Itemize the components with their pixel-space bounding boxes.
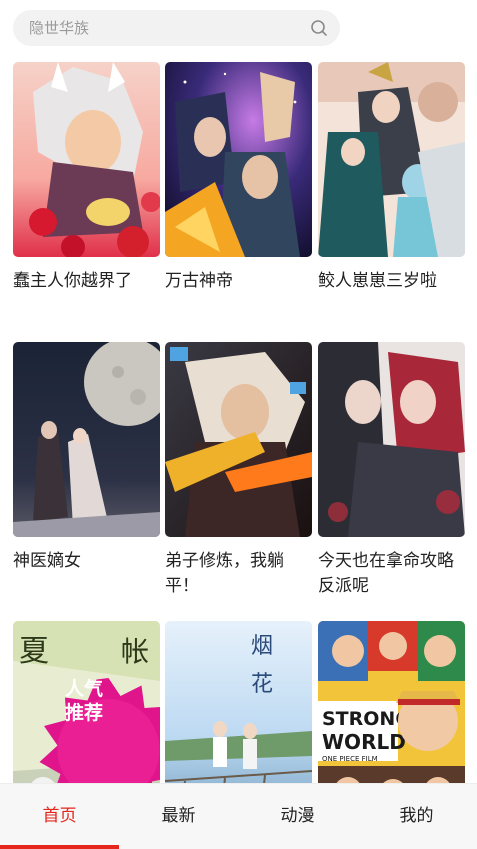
comic-cover[interactable] bbox=[165, 342, 312, 537]
nav-tab-home[interactable]: 首页 bbox=[0, 784, 119, 849]
cover-text-strong: STRONG bbox=[322, 708, 411, 730]
comic-card[interactable]: 神医嫡女 bbox=[13, 342, 160, 574]
nav-tab-mine[interactable]: 我的 bbox=[357, 784, 476, 849]
nav-tab-anime[interactable]: 动漫 bbox=[238, 784, 357, 849]
comic-card[interactable]: 弟子修炼，我躺平！ bbox=[165, 342, 312, 599]
comic-card[interactable]: 万古神帝 bbox=[165, 62, 312, 294]
comic-cover[interactable] bbox=[318, 342, 465, 537]
comic-card[interactable]: 蠢主人你越界了 bbox=[13, 62, 160, 294]
nav-tab-latest[interactable]: 最新 bbox=[119, 784, 238, 849]
comic-cover[interactable] bbox=[13, 342, 160, 537]
comic-grid: 蠢主人你越界了 万古神帝 鲛人崽崽三岁啦 神医嫡女 弟子修炼，我躺平！ 今天也在… bbox=[0, 0, 477, 849]
comic-title[interactable]: 万古神帝 bbox=[165, 269, 312, 294]
cover-title-hua: 花 bbox=[251, 672, 273, 697]
comic-card[interactable]: 鲛人崽崽三岁啦 bbox=[318, 62, 465, 294]
cover-text-world: WORLD bbox=[322, 730, 406, 754]
comic-cover[interactable] bbox=[165, 62, 312, 257]
cover-text-film: ONE PIECE FILM bbox=[322, 755, 378, 763]
comic-cover[interactable] bbox=[13, 62, 160, 257]
comic-title[interactable]: 鲛人崽崽三岁啦 bbox=[318, 269, 465, 294]
comic-title[interactable]: 弟子修炼，我躺平！ bbox=[165, 549, 312, 599]
comic-title[interactable]: 神医嫡女 bbox=[13, 549, 160, 574]
active-tab-indicator bbox=[0, 845, 119, 849]
popular-badge: 人气 推荐 bbox=[35, 651, 160, 816]
comic-title[interactable]: 蠢主人你越界了 bbox=[13, 269, 160, 294]
comic-card[interactable]: 今天也在拿命攻略反派呢 bbox=[318, 342, 465, 599]
bottom-nav: 首页 最新 动漫 我的 bbox=[0, 783, 477, 849]
cover-title-yan: 烟 bbox=[251, 634, 273, 659]
badge-label: 人气 推荐 bbox=[64, 678, 103, 724]
comic-title[interactable]: 今天也在拿命攻略反派呢 bbox=[318, 549, 465, 599]
comic-cover[interactable] bbox=[318, 62, 465, 257]
